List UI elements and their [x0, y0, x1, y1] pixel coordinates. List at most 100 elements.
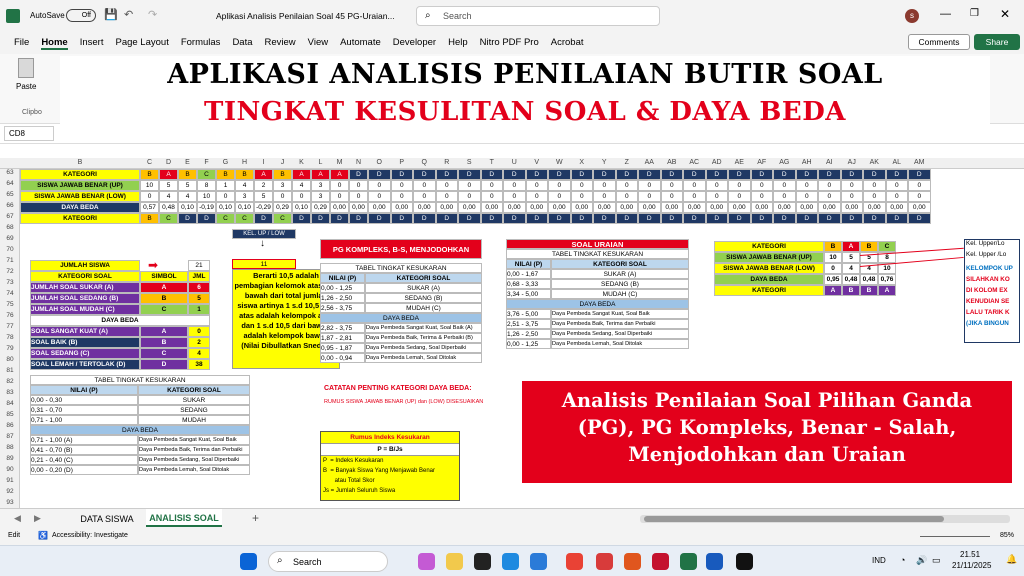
- column-header-AG[interactable]: AG: [773, 159, 796, 166]
- uraian-tk-kat-1[interactable]: SEDANG (B): [551, 279, 689, 289]
- daya-beda-cell-1-0[interactable]: SOAL BAIK (B): [30, 337, 140, 348]
- right-table-cell-0-4[interactable]: C: [878, 241, 896, 252]
- column-header-N[interactable]: N: [349, 159, 368, 166]
- cell-r64-29[interactable]: 0: [750, 180, 773, 191]
- ribbon-tab-developer[interactable]: Developer: [393, 37, 436, 50]
- row-header-92[interactable]: 92: [0, 488, 20, 495]
- cell-r66-10[interactable]: 0,00: [330, 202, 349, 213]
- ribbon-tab-review[interactable]: Review: [265, 37, 296, 50]
- cell-r67-15[interactable]: D: [435, 213, 458, 224]
- cell-r63-2[interactable]: B: [178, 169, 197, 180]
- right-table-cell-3-3[interactable]: 0,48: [860, 274, 878, 285]
- cell-r66-30[interactable]: 0,00: [773, 202, 796, 213]
- cell-r64-12[interactable]: 0: [368, 180, 391, 191]
- cell-r65-23[interactable]: 0: [615, 191, 638, 202]
- clock-time[interactable]: 21.51: [960, 550, 980, 559]
- cell-r63-30[interactable]: D: [773, 169, 796, 180]
- daya-beda-cell-3-1[interactable]: D: [140, 359, 188, 370]
- next-sheet-icon[interactable]: ▶: [34, 513, 41, 524]
- cell-r64-8[interactable]: 4: [292, 180, 311, 191]
- row-header-82[interactable]: 82: [0, 378, 20, 385]
- right-table-cell-2-1[interactable]: 0: [824, 263, 842, 274]
- cell-r63-6[interactable]: A: [254, 169, 273, 180]
- cell-r65-21[interactable]: 0: [570, 191, 593, 202]
- name-box[interactable]: CD8: [4, 126, 54, 141]
- cell-r63-8[interactable]: A: [292, 169, 311, 180]
- cell-r65-10[interactable]: 0: [330, 191, 349, 202]
- save-icon[interactable]: 💾: [104, 8, 118, 21]
- pgk-tk-nilai-0[interactable]: 0,00 - 1,25: [320, 283, 365, 293]
- right-table-cell-3-0[interactable]: DAYA BEDA: [714, 274, 824, 285]
- cell-r67-24[interactable]: D: [638, 213, 661, 224]
- kategori-soal-cell-2-1[interactable]: C: [140, 304, 188, 315]
- restore-icon[interactable]: ❐: [970, 8, 979, 19]
- copilot-icon[interactable]: [418, 553, 435, 570]
- dell-icon[interactable]: [474, 553, 491, 570]
- ribbon-tab-data[interactable]: Data: [232, 37, 252, 50]
- row-header-75[interactable]: 75: [0, 301, 20, 308]
- cell-r66-23[interactable]: 0,00: [615, 202, 638, 213]
- pg-tk-nilai-0[interactable]: 0,00 - 0,30: [30, 395, 138, 405]
- cell-r66-1[interactable]: 0,48: [159, 202, 178, 213]
- paste-label[interactable]: Paste: [16, 82, 36, 91]
- right-table-cell-4-0[interactable]: KATEGORI: [714, 285, 824, 296]
- pgk-db-nilai-2[interactable]: 0,95 - 1,87: [320, 343, 365, 353]
- cell-r67-9[interactable]: D: [311, 213, 330, 224]
- column-header-M[interactable]: M: [330, 159, 349, 166]
- column-header-J[interactable]: J: [273, 159, 292, 166]
- cell-r67-36[interactable]: D: [908, 213, 931, 224]
- cell-r65-2[interactable]: 4: [178, 191, 197, 202]
- column-header-T[interactable]: T: [481, 159, 504, 166]
- cell-r63-15[interactable]: D: [435, 169, 458, 180]
- cell-r66-18[interactable]: 0,00: [503, 202, 526, 213]
- uraian-db-kat-3[interactable]: Daya Pembeda Lemah, Soal Ditolak: [551, 339, 689, 349]
- cell-r65-11[interactable]: 0: [349, 191, 368, 202]
- column-header-W[interactable]: W: [548, 159, 571, 166]
- cell-r65-3[interactable]: 10: [197, 191, 216, 202]
- row-header-89[interactable]: 89: [0, 455, 20, 462]
- uraian-db-kat-1[interactable]: Daya Pembeda Baik, Terima dan Perbaiki: [551, 319, 689, 329]
- right-table-cell-3-1[interactable]: 0,95: [824, 274, 842, 285]
- cell-r66-26[interactable]: 0,00: [683, 202, 706, 213]
- cell-r67-5[interactable]: C: [235, 213, 254, 224]
- cell-r65-34[interactable]: 0: [863, 191, 886, 202]
- cell-r67-35[interactable]: D: [885, 213, 908, 224]
- cell-r63-32[interactable]: D: [818, 169, 841, 180]
- cell-r63-5[interactable]: B: [235, 169, 254, 180]
- cell-r64-25[interactable]: 0: [660, 180, 683, 191]
- row-header-80[interactable]: 80: [0, 356, 20, 363]
- column-header-Y[interactable]: Y: [593, 159, 616, 166]
- cell-r67-26[interactable]: D: [683, 213, 706, 224]
- cell-r63-19[interactable]: D: [525, 169, 548, 180]
- column-header-B[interactable]: B: [20, 159, 140, 166]
- cell-r66-24[interactable]: 0,00: [638, 202, 661, 213]
- ribbon-tab-page-layout[interactable]: Page Layout: [115, 37, 168, 50]
- row-header-63[interactable]: 63: [0, 169, 20, 176]
- cell-r65-17[interactable]: 0: [480, 191, 503, 202]
- cell-r67-30[interactable]: D: [773, 213, 796, 224]
- redo-icon[interactable]: ↷: [148, 8, 157, 21]
- cell-r63-23[interactable]: D: [615, 169, 638, 180]
- cell-r66-29[interactable]: 0,00: [750, 202, 773, 213]
- row-header-70[interactable]: 70: [0, 246, 20, 253]
- daya-beda-cell-2-0[interactable]: SOAL SEDANG (C): [30, 348, 140, 359]
- cell-r64-36[interactable]: 0: [908, 180, 931, 191]
- cell-r66-0[interactable]: 0,57: [140, 202, 159, 213]
- daya-beda-cell-1-1[interactable]: B: [140, 337, 188, 348]
- column-header-AJ[interactable]: AJ: [841, 159, 864, 166]
- pgk-tk-kat-2[interactable]: MUDAH (C): [365, 303, 482, 313]
- column-header-K[interactable]: K: [292, 159, 311, 166]
- zoom-slider[interactable]: [920, 536, 990, 537]
- cell-r63-24[interactable]: D: [638, 169, 661, 180]
- uraian-tk-kat-0[interactable]: SUKAR (A): [551, 269, 689, 279]
- pgk-db-kat-3[interactable]: Daya Pembeda Lemah, Soal Ditolak: [365, 353, 482, 363]
- cell-r64-14[interactable]: 0: [413, 180, 436, 191]
- column-header-H[interactable]: H: [235, 159, 254, 166]
- cell-r63-27[interactable]: D: [705, 169, 728, 180]
- ribbon-tab-automate[interactable]: Automate: [340, 37, 381, 50]
- right-table-cell-2-2[interactable]: 4: [842, 263, 860, 274]
- cell-r63-31[interactable]: D: [795, 169, 818, 180]
- right-table-cell-4-1[interactable]: A: [824, 285, 842, 296]
- cell-r64-3[interactable]: 8: [197, 180, 216, 191]
- cell-r64-6[interactable]: 2: [254, 180, 273, 191]
